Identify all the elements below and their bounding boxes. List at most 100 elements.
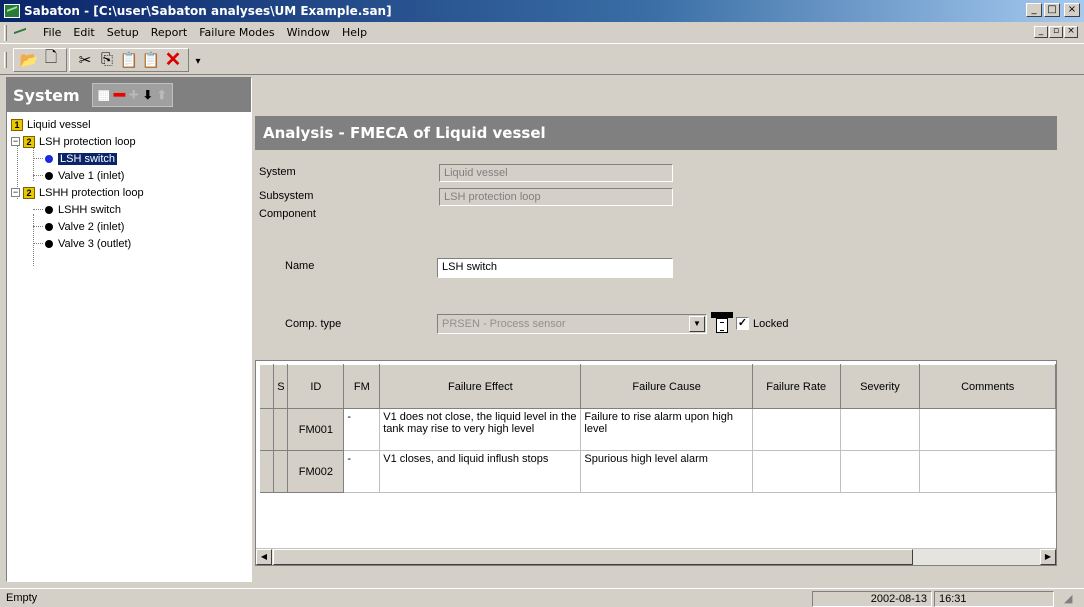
toolbar-grip[interactable]	[4, 51, 7, 68]
cell-failure-effect[interactable]: V1 closes, and liquid inflush stops	[379, 450, 582, 493]
move-up-icon[interactable]: ⬆	[157, 88, 167, 102]
name-input[interactable]: LSH switch	[437, 258, 673, 278]
menu-setup[interactable]: Setup	[101, 26, 145, 39]
scroll-left-icon[interactable]: ◀	[256, 549, 272, 565]
row-selector[interactable]	[260, 450, 275, 493]
tree-node-valve-3[interactable]: Valve 3 (outlet)	[11, 235, 251, 252]
doc-close-icon[interactable]: ×	[1064, 26, 1078, 38]
tree-node-lshh-loop[interactable]: − 2 LSHH protection loop	[11, 184, 251, 201]
system-field[interactable]: Liquid vessel	[439, 164, 673, 182]
cell-failure-rate[interactable]	[752, 408, 841, 451]
paste-special-icon[interactable]: 📋	[140, 50, 162, 70]
scroll-right-icon[interactable]: ▶	[1040, 549, 1056, 565]
tree-node-lsh-switch[interactable]: LSH switch	[11, 150, 251, 167]
tree-connector	[33, 175, 43, 176]
menu-failure-modes[interactable]: Failure Modes	[193, 26, 280, 39]
paste-icon[interactable]: 📋	[118, 50, 140, 70]
tree-node-valve-2[interactable]: Valve 2 (inlet)	[11, 218, 251, 235]
doc-restore-icon[interactable]: ▫	[1049, 26, 1063, 38]
level-1-icon: 1	[11, 118, 23, 131]
tree-connector	[33, 226, 43, 227]
resize-grip-icon[interactable]: ◢	[1060, 591, 1080, 607]
copy-icon[interactable]: ⎘	[96, 50, 118, 70]
collapse-icon[interactable]: −	[11, 137, 20, 146]
analysis-form: System Liquid vessel Subsystem LSH prote…	[255, 150, 1057, 360]
table-row[interactable]: FM002 - V1 closes, and liquid inflush st…	[260, 450, 1056, 493]
menu-window[interactable]: Window	[281, 26, 336, 39]
column-header-s[interactable]: S	[273, 364, 289, 409]
doc-minimize-icon[interactable]: _	[1034, 26, 1048, 38]
cell-id[interactable]: FM002	[287, 450, 345, 493]
horizontal-scrollbar[interactable]: ◀ ▶	[256, 548, 1056, 565]
tree-node-root[interactable]: 1 Liquid vessel	[11, 116, 251, 133]
component-label: Component	[259, 208, 316, 220]
minimize-icon[interactable]: _	[1026, 3, 1042, 17]
new-document-icon[interactable]: 🗋	[40, 49, 62, 70]
column-header-failure-rate[interactable]: Failure Rate	[752, 364, 841, 409]
cell-severity[interactable]	[840, 450, 921, 493]
subsystem-field[interactable]: LSH protection loop	[439, 188, 673, 206]
tree-node-label: LSH switch	[58, 152, 118, 165]
column-header-fm[interactable]: FM	[343, 364, 381, 409]
column-header-severity[interactable]: Severity	[840, 364, 921, 409]
dropdown-arrow-icon[interactable]: ▼	[689, 316, 705, 332]
menu-report[interactable]: Report	[145, 26, 193, 39]
column-header-comments[interactable]: Comments	[919, 364, 1056, 409]
close-icon[interactable]: ×	[1064, 3, 1080, 17]
system-pane-title: System	[13, 85, 80, 105]
document-icon[interactable]	[13, 26, 29, 39]
open-folder-icon[interactable]: 📂	[18, 50, 40, 70]
cell-failure-rate[interactable]	[752, 450, 841, 493]
toolbar: 📂 🗋 ✂ ⎘ 📋 📋 ✕ ▾	[0, 45, 1084, 75]
analysis-header: Analysis - FMECA of Liquid vessel	[255, 116, 1057, 150]
tree-node-lsh-loop[interactable]: − 2 LSH protection loop	[11, 133, 251, 150]
component-library-icon[interactable]	[711, 312, 733, 334]
scroll-thumb[interactable]	[273, 549, 913, 565]
column-header-id[interactable]: ID	[287, 364, 345, 409]
row-selector[interactable]	[260, 408, 275, 451]
subsystem-label: Subsystem	[259, 190, 314, 202]
remove-node-icon[interactable]: ━	[114, 85, 125, 106]
add-node-icon[interactable]: +	[129, 85, 139, 105]
menu-file[interactable]: File	[37, 26, 67, 39]
menu-help[interactable]: Help	[336, 26, 373, 39]
comp-type-select[interactable]: PRSEN - Process sensor ▼	[437, 314, 707, 334]
cell-fm[interactable]: -	[343, 450, 381, 493]
cell-severity[interactable]	[840, 408, 921, 451]
column-header-failure-effect[interactable]: Failure Effect	[379, 364, 582, 409]
cell-comments[interactable]	[919, 450, 1056, 493]
table-header-row: S ID FM Failure Effect Failure Cause Fai…	[260, 364, 1056, 409]
tree-connector	[33, 209, 43, 210]
toolbar-overflow-icon[interactable]: ▾	[191, 50, 205, 70]
tree-node-label: LSHH protection loop	[39, 186, 144, 199]
system-pane: System ▦ ━ + ⬇ ⬆ 1 Liquid vessel − 2 LSH…	[6, 77, 252, 582]
collapse-icon[interactable]: −	[11, 188, 20, 197]
menu-grip[interactable]	[4, 24, 7, 41]
tree-node-valve-1[interactable]: Valve 1 (inlet)	[11, 167, 251, 184]
app-icon[interactable]	[4, 4, 20, 18]
menu-bar: File Edit Setup Report Failure Modes Win…	[0, 22, 1084, 44]
cell-comments[interactable]	[919, 408, 1056, 451]
cell-failure-cause[interactable]: Failure to rise alarm upon high level	[580, 408, 753, 451]
failure-mode-table: S ID FM Failure Effect Failure Cause Fai…	[260, 364, 1056, 493]
locked-checkbox[interactable]: ✓	[736, 317, 749, 330]
cell-s[interactable]	[273, 450, 289, 493]
system-tree: 1 Liquid vessel − 2 LSH protection loop …	[7, 112, 251, 266]
menu-edit[interactable]: Edit	[67, 26, 100, 39]
tree-node-lshh-switch[interactable]: LSHH switch	[11, 201, 251, 218]
cell-failure-effect[interactable]: V1 does not close, the liquid level in t…	[379, 408, 582, 451]
cut-icon[interactable]: ✂	[74, 50, 96, 70]
move-down-icon[interactable]: ⬇	[143, 88, 153, 102]
column-header-failure-cause[interactable]: Failure Cause	[580, 364, 753, 409]
cell-failure-cause[interactable]: Spurious high level alarm	[580, 450, 753, 493]
cell-fm[interactable]: -	[343, 408, 381, 451]
properties-icon[interactable]: ▦	[98, 87, 110, 103]
maximize-icon[interactable]: □	[1044, 3, 1060, 17]
delete-icon[interactable]: ✕	[162, 49, 184, 71]
file-toolbar-group: 📂 🗋	[13, 47, 67, 72]
name-label: Name	[285, 260, 315, 272]
cell-s[interactable]	[273, 408, 289, 451]
system-tools: ▦ ━ + ⬇ ⬆	[91, 83, 173, 107]
table-row[interactable]: FM001 - V1 does not close, the liquid le…	[260, 408, 1056, 451]
cell-id[interactable]: FM001	[287, 408, 345, 451]
